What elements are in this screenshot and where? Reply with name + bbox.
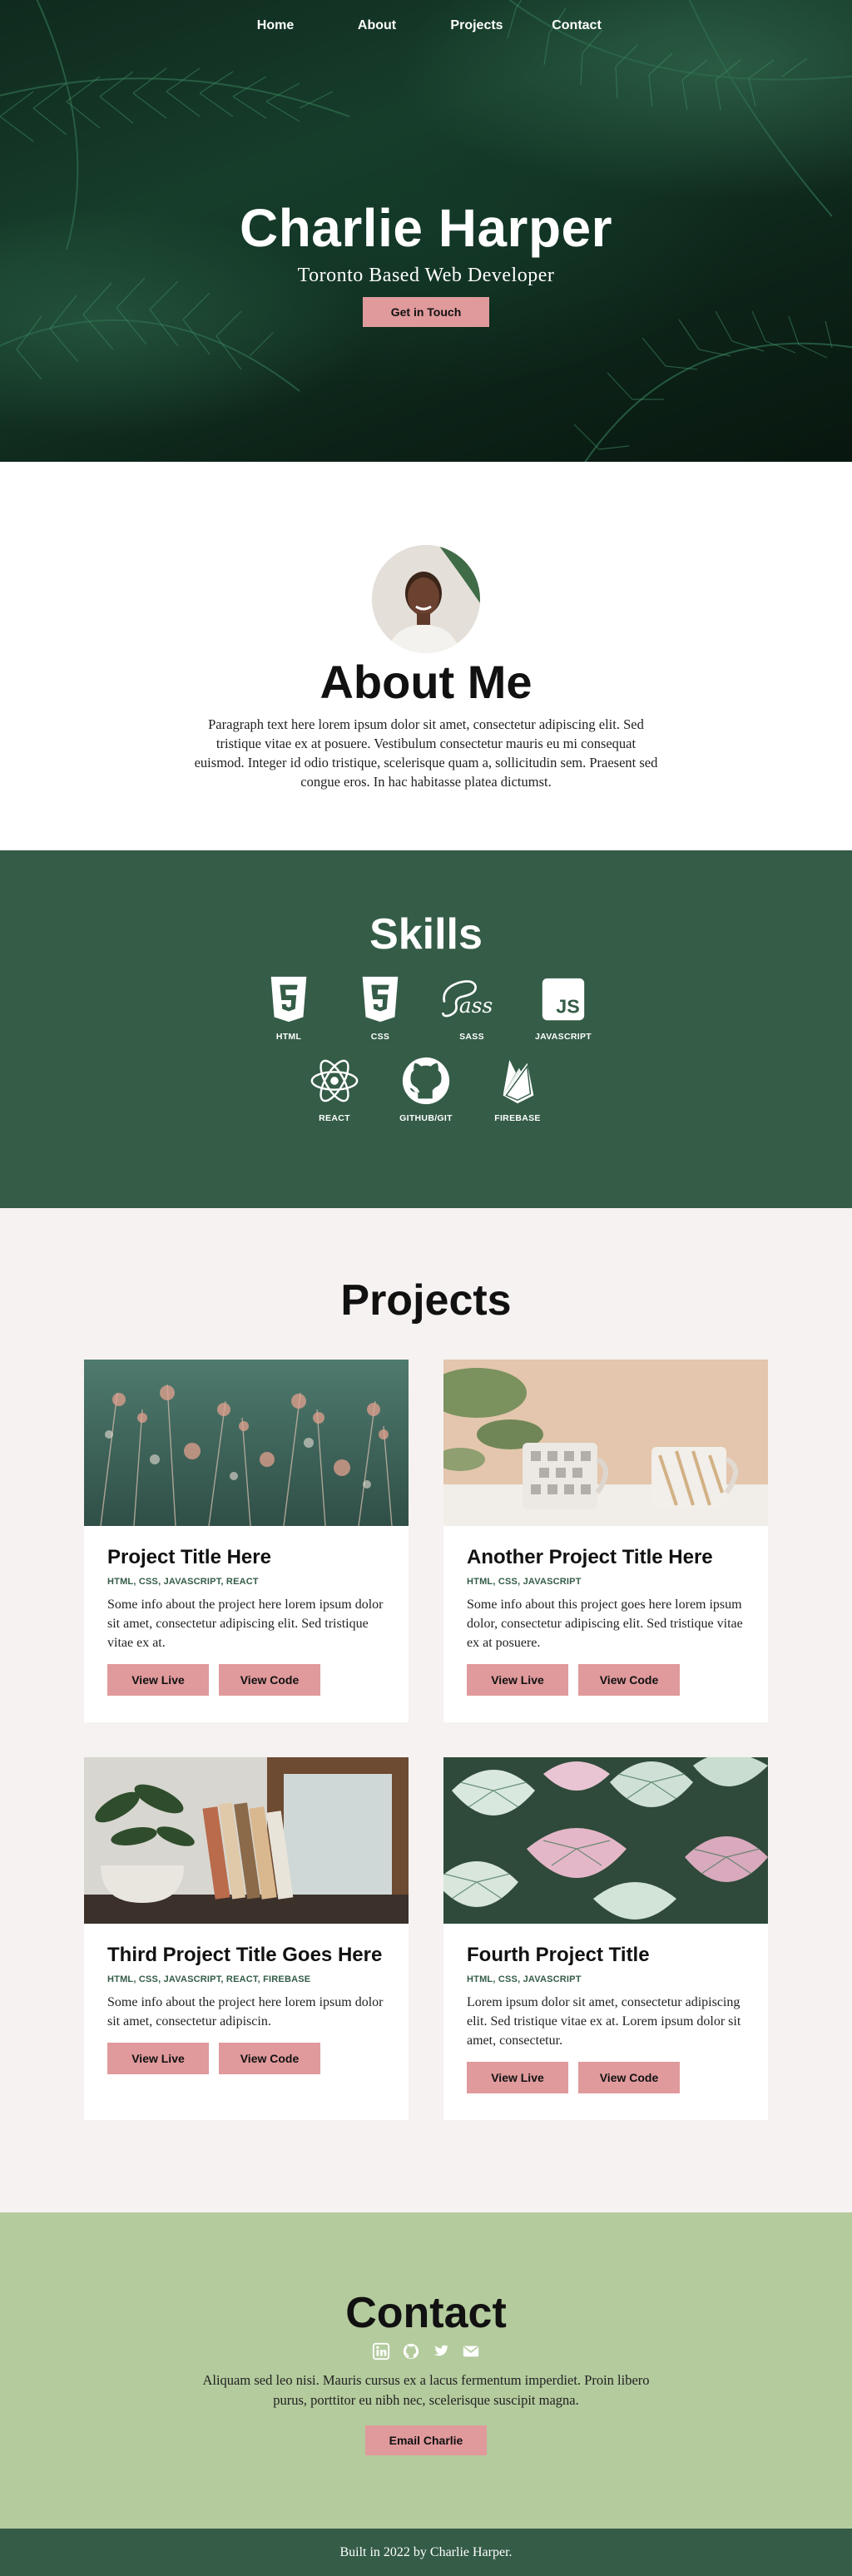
skills-title: Skills (369, 910, 483, 959)
css3-icon (362, 977, 399, 1023)
nav-link-home[interactable]: Home (225, 18, 325, 33)
firebase-icon (503, 1060, 534, 1104)
projects-grid: Project Title Here HTML, CSS, JAVASCRIPT… (84, 1360, 768, 2121)
skill-javascript: JS JAVASCRIPT (518, 973, 609, 1042)
project-image-books-plant (84, 1757, 409, 1925)
nav-link-about[interactable]: About (327, 18, 427, 33)
project-buttons: View Live View Code (467, 1664, 745, 1697)
skill-label: GITHUB/GIT (399, 1113, 453, 1124)
nav-link-contact[interactable]: Contact (527, 18, 627, 33)
project-card: Project Title Here HTML, CSS, JAVASCRIPT… (84, 1360, 409, 1723)
skill-label: REACT (319, 1113, 350, 1124)
twitter-icon[interactable] (432, 2342, 450, 2361)
about-text: Paragraph text here lorem ipsum dolor si… (194, 716, 658, 790)
project-buttons: View Live View Code (107, 2043, 385, 2075)
hero-content: Charlie Harper Toronto Based Web Develop… (0, 201, 852, 327)
project-card-body: Project Title Here HTML, CSS, JAVASCRIPT… (84, 1526, 409, 1697)
project-buttons: View Live View Code (107, 1664, 385, 1697)
project-tags: HTML, CSS, JAVASCRIPT, REACT (107, 1577, 259, 1588)
projects-section: Projects Project Title Here HTML, CSS, J… (0, 1208, 852, 2212)
project-tags: HTML, CSS, JAVASCRIPT (467, 1577, 582, 1588)
project-description: Some info about the project here lorem i… (107, 1598, 384, 1651)
sass-icon: ass (442, 980, 493, 1018)
main-nav: Home About Projects Contact (0, 18, 852, 33)
avatar (372, 545, 480, 653)
skill-label: HTML (275, 1032, 302, 1043)
hero-section: Home About Projects Contact Charlie Harp… (0, 0, 852, 462)
project-card-body: Third Project Title Goes Here HTML, CSS,… (84, 1924, 409, 2075)
svg-text:JS: JS (556, 996, 579, 1018)
skill-firebase: FIREBASE (472, 1055, 563, 1123)
skill-label: CSS (370, 1032, 390, 1043)
contact-section: Contact Aliquam sed leo nisi. Mauris cur… (0, 2212, 852, 2529)
footer-text: Built in 2022 by Charlie Harper. (339, 2545, 513, 2559)
skill-css: CSS (334, 973, 426, 1042)
project-image-caladium-leaves (443, 1757, 768, 1925)
view-live-button[interactable]: View Live (467, 2062, 568, 2094)
project-title: Fourth Project Title (467, 1944, 650, 1967)
skill-html: HTML (243, 973, 334, 1042)
skill-label: SASS (459, 1032, 484, 1043)
project-title: Another Project Title Here (467, 1546, 713, 1569)
react-icon (310, 1060, 359, 1102)
github-icon (402, 1058, 450, 1105)
project-tags: HTML, CSS, JAVASCRIPT (467, 1974, 582, 1985)
project-image-grasses (84, 1360, 409, 1527)
project-image-mugs (443, 1360, 768, 1527)
project-description: Lorem ipsum dolor sit amet, consectetur … (467, 1995, 741, 2048)
project-buttons: View Live View Code (467, 2062, 745, 2094)
view-live-button[interactable]: View Live (107, 1664, 209, 1697)
project-card: Another Project Title Here HTML, CSS, JA… (443, 1360, 768, 1723)
skills-section: Skills HTML CSS ass SASS JS JAVASCRIPT R… (0, 850, 852, 1208)
about-title: About Me (320, 656, 532, 708)
view-code-button[interactable]: View Code (219, 1664, 320, 1697)
project-card-body: Fourth Project Title HTML, CSS, JAVASCRI… (443, 1924, 768, 2094)
project-title: Project Title Here (107, 1546, 271, 1569)
hero-title: Charlie Harper (239, 198, 613, 258)
contact-text: Aliquam sed leo nisi. Mauris cursus ex a… (202, 2372, 650, 2409)
project-description: Some info about the project here lorem i… (107, 1995, 384, 2029)
contact-title: Contact (345, 2289, 507, 2337)
project-title: Third Project Title Goes Here (107, 1944, 383, 1967)
hero-subtitle: Toronto Based Web Developer (297, 265, 555, 286)
view-live-button[interactable]: View Live (467, 1664, 568, 1697)
footer: Built in 2022 by Charlie Harper. (0, 2529, 852, 2576)
html5-icon (270, 977, 307, 1023)
skill-label: FIREBASE (494, 1113, 541, 1124)
skill-label: JAVASCRIPT (535, 1032, 592, 1043)
social-links (0, 2342, 852, 2361)
project-card-body: Another Project Title Here HTML, CSS, JA… (443, 1526, 768, 1697)
about-section: About Me Paragraph text here lorem ipsum… (0, 462, 852, 850)
project-card: Third Project Title Goes Here HTML, CSS,… (84, 1757, 409, 2121)
project-tags: HTML, CSS, JAVASCRIPT, REACT, FIREBASE (107, 1974, 311, 1985)
get-in-touch-button[interactable]: Get in Touch (363, 297, 489, 327)
view-code-button[interactable]: View Code (578, 2062, 680, 2094)
email-icon[interactable] (462, 2342, 480, 2361)
project-description: Some info about this project goes here l… (467, 1598, 743, 1651)
nav-link-projects[interactable]: Projects (427, 18, 527, 33)
projects-title: Projects (340, 1276, 512, 1325)
skill-sass: ass SASS (426, 973, 518, 1042)
skill-react: REACT (289, 1055, 380, 1123)
view-live-button[interactable]: View Live (107, 2043, 209, 2075)
skills-row: REACT GITHUB/GIT FIREBASE (0, 1055, 852, 1123)
javascript-icon: JS (542, 978, 585, 1021)
skill-github: GITHUB/GIT (380, 1055, 472, 1123)
svg-text:ass: ass (459, 993, 493, 1018)
github-icon[interactable] (402, 2342, 420, 2361)
linkedin-icon[interactable] (372, 2342, 390, 2361)
project-card: Fourth Project Title HTML, CSS, JAVASCRI… (443, 1757, 768, 2121)
view-code-button[interactable]: View Code (219, 2043, 320, 2075)
view-code-button[interactable]: View Code (578, 1664, 680, 1697)
skills-row: HTML CSS ass SASS JS JAVASCRIPT (0, 973, 852, 1042)
portrait-image (372, 545, 480, 653)
email-charlie-button[interactable]: Email Charlie (365, 2425, 487, 2456)
